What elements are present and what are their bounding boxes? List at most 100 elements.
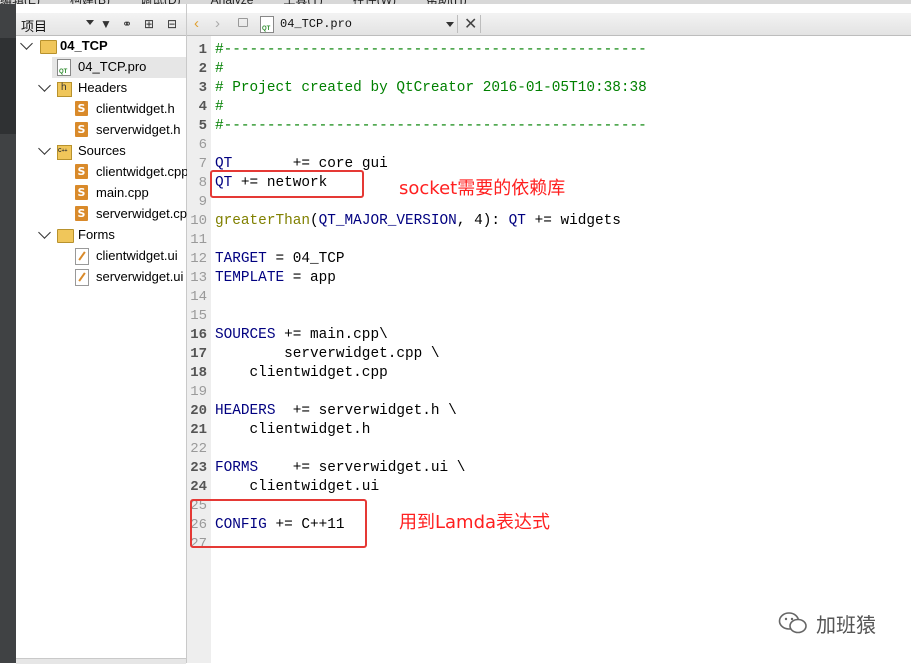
watermark-text: 加班猿 [816,613,876,637]
tree-item-label: clientwidget.cpp [96,164,189,179]
open-file-name[interactable]: 04_TCP.pro [280,17,352,31]
tree-item-label: 04_TCP.pro [78,59,147,74]
expand-arrow-icon[interactable] [38,226,51,239]
tree-item-label: serverwidget.cpp [96,206,195,221]
split-icon[interactable]: ⊞ [141,16,157,32]
code-line[interactable]: # [215,60,224,79]
tree-item[interactable]: Sclientwidget.cpp [16,162,189,183]
source-file-icon: S [75,164,89,180]
ui-form-icon [75,269,89,286]
code-line[interactable]: clientwidget.cpp [215,364,388,383]
folder-icon [57,143,72,160]
line-number-gutter: 1 2 3 4 5 6 7 8 9 10 11 12 13 14 15 16 17 18 19 20 21 22 23 24 2… [187,36,211,663]
expand-arrow-icon[interactable] [20,37,33,50]
line-number: 23 [190,460,207,476]
ui-form-icon [75,248,89,265]
project-panel-title[interactable]: 项目 [21,16,47,35]
code-line[interactable]: TEMPLATE = app [215,269,336,288]
source-file-icon: S [75,206,89,222]
pro-file-icon [260,16,274,33]
tree-item-label: clientwidget.h [96,101,175,116]
wechat-icon [778,612,807,634]
chevron-down-icon[interactable] [446,22,454,27]
code-line[interactable]: HEADERS += serverwidget.h \ [215,402,457,421]
code-line[interactable]: serverwidget.cpp \ [215,345,439,364]
line-number: 18 [190,365,207,381]
line-number: 20 [190,403,207,419]
line-number: 21 [190,422,207,438]
code-line[interactable]: #---------------------------------------… [215,117,647,136]
source-file-icon: S [75,185,89,201]
menu-item[interactable]: 工具(T) [283,0,322,4]
tree-item[interactable]: Headers [16,78,186,99]
close-panel-icon[interactable]: ⊟ [164,16,180,32]
code-line[interactable]: #---------------------------------------… [215,41,647,60]
pro-file-icon [57,59,71,76]
tree-item[interactable]: 04_TCP.pro [52,57,186,78]
tree-item[interactable]: 04_TCP [16,36,186,57]
menu-item[interactable]: 控件(W) [353,0,396,4]
project-folder-icon [40,38,57,54]
project-panel-header: 项目 ▼ ⚭ ⊞ ⊟ [16,13,186,36]
tree-item-label: Headers [78,80,128,95]
code-line[interactable]: clientwidget.h [215,421,371,440]
code-line[interactable]: # [215,98,224,117]
back-arrow-icon[interactable]: ‹ [194,15,199,33]
line-number: 15 [190,308,207,324]
chevron-down-icon[interactable] [86,20,94,25]
line-number: 12 [190,251,207,267]
lock-icon [238,18,248,27]
bottom-strip [16,658,186,664]
annotation-config: 用到Lamda表达式 [399,512,551,533]
line-number: 7 [198,156,207,172]
line-number: 8 [198,175,207,191]
source-file-icon: S [75,122,89,138]
tree-item[interactable]: Forms [16,225,186,246]
tree-item[interactable]: serverwidget.ui [16,267,186,288]
tree-item-label: Sources [78,143,126,158]
tree-item[interactable]: Sources [16,141,186,162]
line-number: 24 [190,479,207,495]
code-line[interactable]: FORMS += serverwidget.ui \ [215,459,465,478]
expand-arrow-icon[interactable] [38,79,51,92]
tree-item-label: main.cpp [96,185,149,200]
line-number: 14 [190,289,207,305]
expand-arrow-icon[interactable] [38,142,51,155]
code-line[interactable]: TARGET = 04_TCP [215,250,345,269]
highlight-box-config [190,499,367,548]
menu-item[interactable]: 帮助(H) [426,0,467,4]
folder-icon [57,227,74,243]
line-number: 2 [198,61,207,77]
tree-item[interactable]: Sserverwidget.cpp [16,204,194,225]
tree-item-label: 04_TCP [60,38,108,53]
tree-item[interactable]: Sserverwidget.h [16,120,186,141]
tree-item[interactable]: Sclientwidget.h [16,99,186,120]
tree-item-label: Forms [78,227,115,242]
project-panel: 项目 ▼ ⚭ ⊞ ⊟ 04_TCP 04_TCP.pro Headers Sclien… [16,4,194,663]
close-icon[interactable]: ✕ [464,14,477,34]
line-number: 6 [198,137,207,153]
line-number: 11 [190,232,207,248]
tree-item-label: clientwidget.ui [96,248,178,263]
code-line[interactable]: greaterThan(QT_MAJOR_VERSION, 4): QT += … [215,212,621,231]
code-line[interactable]: clientwidget.ui [215,478,380,497]
mode-sidebar [0,4,16,663]
mode-edit-active[interactable] [0,38,16,134]
line-number: 13 [190,270,207,286]
line-number: 19 [190,384,207,400]
menu-item[interactable]: Analyze [211,0,254,4]
tree-item[interactable]: Smain.cpp [16,183,186,204]
highlight-box-network [210,170,364,198]
code-line[interactable]: SOURCES += main.cpp\ [215,326,388,345]
link-icon[interactable]: ⚭ [119,16,135,32]
line-number: 3 [198,80,207,96]
filter-icon[interactable]: ▼ [98,16,114,32]
line-number: 17 [190,346,207,362]
tree-item[interactable]: clientwidget.ui [16,246,186,267]
folder-icon [57,80,72,97]
forward-arrow-icon[interactable]: › [215,15,220,33]
tree-item-label: serverwidget.h [96,122,181,137]
code-line[interactable]: # Project created by QtCreator 2016-01-0… [215,79,647,98]
line-number: 10 [190,213,207,229]
line-number: 4 [198,99,207,115]
